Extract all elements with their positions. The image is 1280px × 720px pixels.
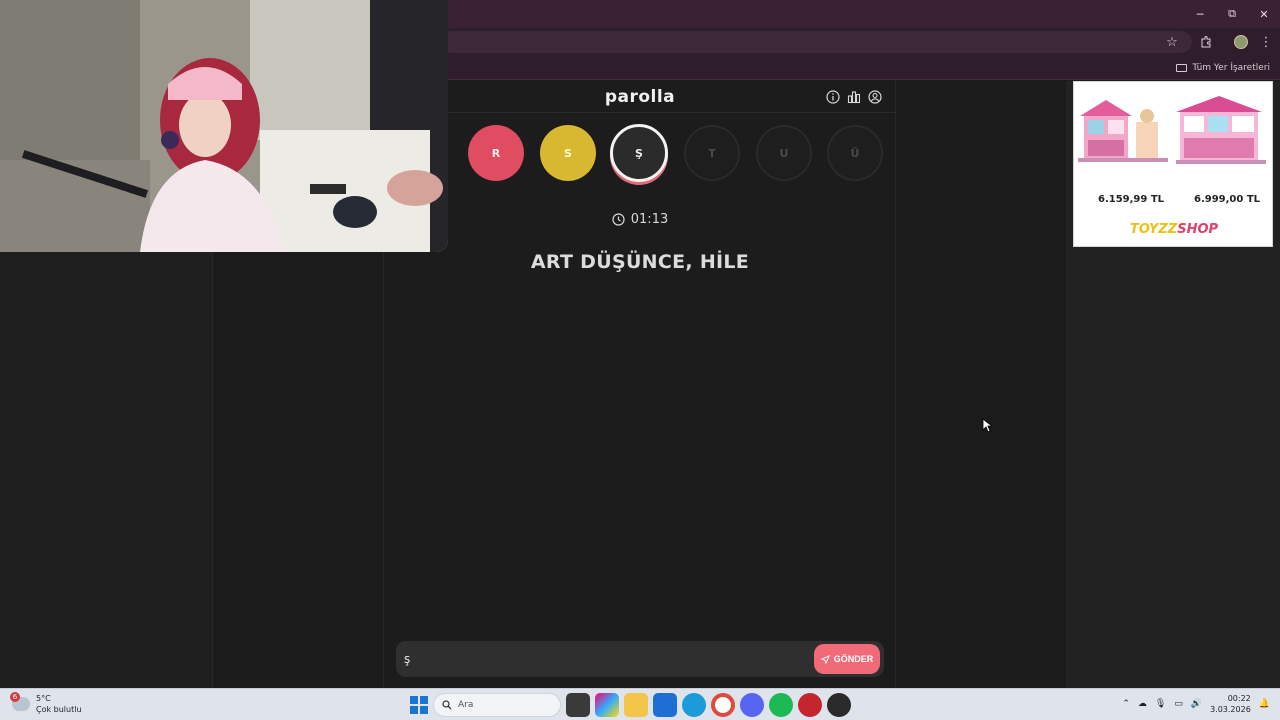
copilot-icon[interactable] xyxy=(595,693,619,717)
taskbar-apps: Ara xyxy=(410,693,851,717)
letter-circle-current: Ş xyxy=(610,124,668,182)
windows-taskbar: 6 5°C Çok bulutlu Ara ⌃ ☁ 🎙 ▭ 🔊 00:22 3.… xyxy=(0,688,1280,720)
answer-input[interactable] xyxy=(404,649,804,669)
taskbar-search[interactable]: Ara xyxy=(433,693,561,717)
stats-icon[interactable] xyxy=(847,90,861,104)
letter-circle-u: U xyxy=(756,125,812,181)
send-button-label: GÖNDER xyxy=(833,654,874,664)
all-bookmarks-folder[interactable]: Tüm Yer İşaretleri xyxy=(1176,60,1270,76)
folder-icon xyxy=(1176,64,1188,72)
microsoft-store-icon[interactable] xyxy=(653,693,677,717)
profile-avatar[interactable] xyxy=(1231,32,1251,52)
browser-menu-icon[interactable]: ⋮ xyxy=(1256,32,1276,52)
clock-time: 00:22 xyxy=(1227,694,1251,703)
restore-button[interactable]: ⧉ xyxy=(1216,0,1248,28)
volume-icon[interactable]: 🔊 xyxy=(1191,699,1202,709)
ad-price-1[interactable]: 6.159,99 TL xyxy=(1098,194,1164,205)
send-answer-button[interactable]: GÖNDER xyxy=(814,644,880,674)
clock-date: 3.03.2026 xyxy=(1210,705,1251,714)
ad-banner[interactable]: 6.159,99 TL 6.999,00 TL TOYZZSHOP xyxy=(1073,81,1273,247)
chrome-icon[interactable] xyxy=(711,693,735,717)
webcam-overlay xyxy=(0,0,448,252)
letter-circle-s: S xyxy=(540,125,596,181)
network-icon[interactable]: ▭ xyxy=(1174,699,1183,709)
ad-logo-part-1: TOYZZ xyxy=(1129,222,1178,237)
file-explorer-icon[interactable] xyxy=(624,693,648,717)
taskbar-clock[interactable]: 00:22 3.03.2026 xyxy=(1210,693,1251,715)
close-button[interactable]: ✕ xyxy=(1248,0,1280,28)
obs-icon[interactable] xyxy=(827,693,851,717)
weather-temperature: 5°C xyxy=(36,694,51,703)
extensions-icon[interactable] xyxy=(1196,32,1216,52)
letter-circle-u-umlaut: Ü xyxy=(827,125,883,181)
ad-logo-part-2: SHOP xyxy=(1177,222,1219,237)
answer-bar: GÖNDER xyxy=(396,641,884,677)
search-placeholder: Ara xyxy=(458,700,474,710)
mouse-cursor-icon xyxy=(982,418,992,433)
timer-value: 01:13 xyxy=(630,212,669,227)
site-logo[interactable]: parolla xyxy=(384,87,896,107)
address-bar[interactable] xyxy=(440,31,1192,53)
dollhouse-product-image-1[interactable] xyxy=(1076,92,1172,172)
ad-brand-logo[interactable]: TOYZZSHOP xyxy=(1074,222,1274,237)
countdown-timer: 01:13 xyxy=(384,212,896,227)
spotify-icon[interactable] xyxy=(769,693,793,717)
cloud-icon: 6 xyxy=(10,692,30,711)
onedrive-cloud-icon[interactable]: ☁ xyxy=(1138,699,1147,709)
dollhouse-product-image-2[interactable] xyxy=(1174,92,1270,172)
clock-icon xyxy=(612,213,625,226)
header-icons xyxy=(826,90,882,104)
weather-description: Çok bulutlu xyxy=(36,705,82,714)
microphone-icon[interactable]: 🎙 xyxy=(1155,699,1166,709)
search-icon xyxy=(442,700,452,710)
minimize-button[interactable]: ─ xyxy=(1184,0,1216,28)
bookmarks-folder-label: Tüm Yer İşaretleri xyxy=(1192,63,1270,73)
game-header: parolla xyxy=(384,81,896,113)
letter-wheel: R S Ş T U Ü xyxy=(384,124,896,185)
letter-circle-t: T xyxy=(684,125,740,181)
notifications-bell-icon[interactable]: 🔔 xyxy=(1259,699,1270,709)
edge-icon[interactable] xyxy=(682,693,706,717)
streaming-app-icon[interactable] xyxy=(798,693,822,717)
system-tray: ⌃ ☁ 🎙 ▭ 🔊 00:22 3.03.2026 🔔 xyxy=(1122,693,1270,715)
info-icon[interactable] xyxy=(826,90,840,104)
ad-price-2[interactable]: 6.999,00 TL xyxy=(1194,194,1260,205)
letter-circle-r: R xyxy=(468,125,524,181)
discord-icon[interactable] xyxy=(740,693,764,717)
right-gutter xyxy=(896,81,1066,688)
weather-badge: 6 xyxy=(10,692,20,702)
task-view-icon[interactable] xyxy=(566,693,590,717)
windows-start-icon[interactable] xyxy=(410,696,428,714)
bookmark-star-icon[interactable]: ☆ xyxy=(1162,32,1182,52)
weather-widget[interactable]: 6 5°C Çok bulutlu xyxy=(10,692,82,715)
question-clue: ART DÜŞÜNCE, HİLE xyxy=(530,251,750,273)
user-account-icon[interactable] xyxy=(868,90,882,104)
game-panel: parolla R S Ş T U Ü 01:13 ART DÜŞÜNCE, H… xyxy=(384,81,896,688)
send-icon xyxy=(820,654,830,664)
chevron-up-icon[interactable]: ⌃ xyxy=(1122,699,1130,709)
window-controls: ─ ⧉ ✕ xyxy=(1184,0,1280,28)
webcam-feed-image xyxy=(0,0,448,252)
